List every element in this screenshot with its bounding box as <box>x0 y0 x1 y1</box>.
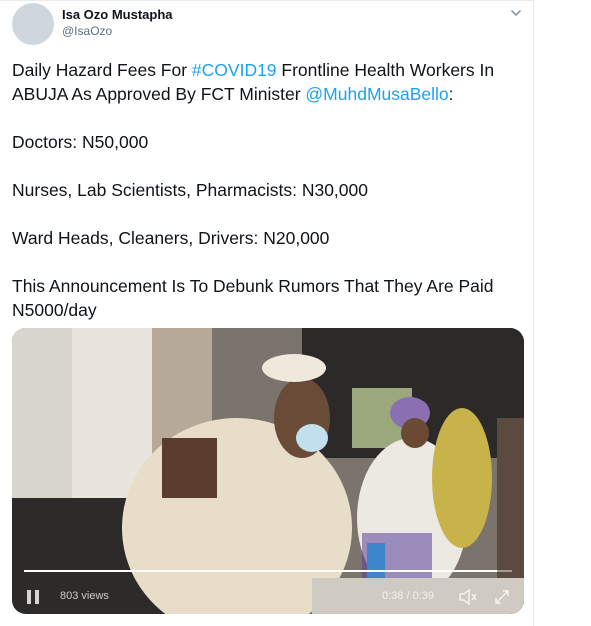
nurses-line: Nurses, Lab Scientists, Pharmacists: N30… <box>12 180 368 200</box>
announcement-line: This Announcement Is To Debunk Rumors Th… <box>12 276 494 320</box>
fullscreen-icon[interactable] <box>494 589 510 605</box>
mention-link[interactable]: @MuhdMusaBello <box>305 84 448 104</box>
text-segment: Daily Hazard Fees For <box>12 60 192 80</box>
pause-icon[interactable] <box>26 589 40 605</box>
video-progress-bar[interactable] <box>24 570 512 572</box>
volume-icon[interactable] <box>458 589 478 605</box>
hashtag-link[interactable]: #COVID19 <box>192 60 277 80</box>
video-timestamp: 0:38 / 0:39 <box>382 590 434 602</box>
video-progress-fill <box>24 570 498 572</box>
tweet-body: Daily Hazard Fees For #COVID19 Frontline… <box>12 58 532 346</box>
avatar[interactable] <box>12 3 54 45</box>
ward-line: Ward Heads, Cleaners, Drivers: N20,000 <box>12 228 330 248</box>
video-player[interactable]: 803 views 0:38 / 0:39 <box>12 328 524 614</box>
doctors-line: Doctors: N50,000 <box>12 132 149 152</box>
author-handle[interactable]: @IsaOzo <box>62 24 112 38</box>
chevron-down-icon[interactable] <box>507 4 525 22</box>
divider <box>0 0 533 1</box>
author-display-name[interactable]: Isa Ozo Mustapha <box>62 7 173 22</box>
tweet-card: Isa Ozo Mustapha @IsaOzo Daily Hazard Fe… <box>0 0 534 626</box>
text-segment: : <box>448 84 454 104</box>
tweet-intro: Daily Hazard Fees For #COVID19 Frontline… <box>12 58 532 106</box>
view-count: 803 views <box>60 590 109 602</box>
